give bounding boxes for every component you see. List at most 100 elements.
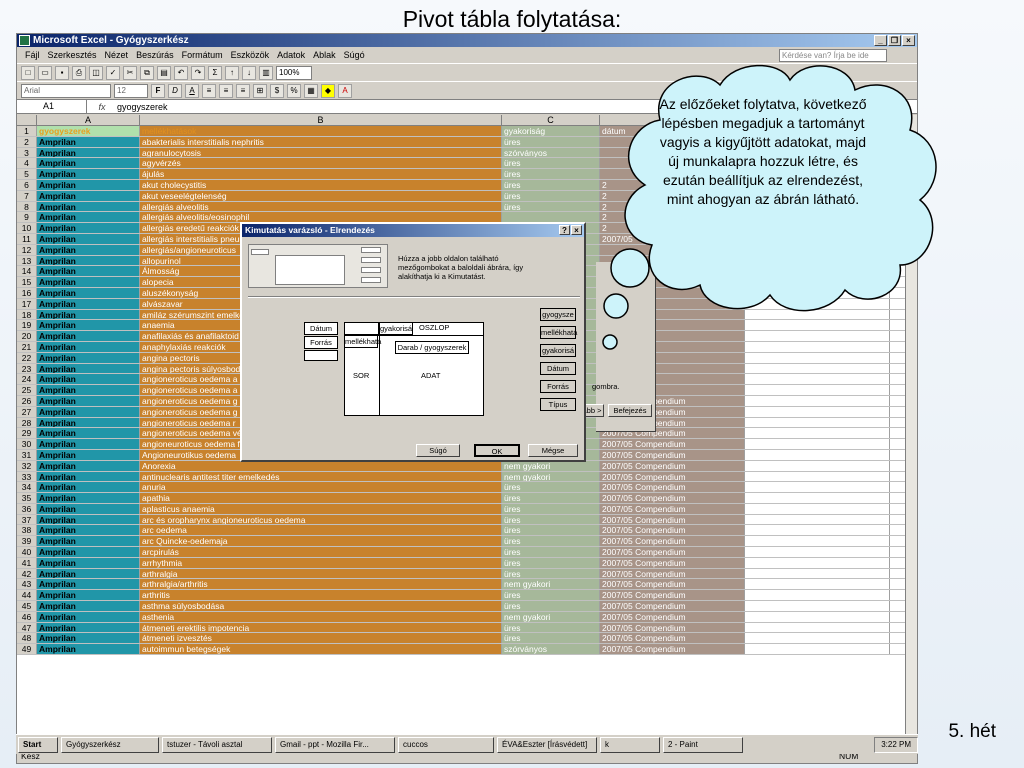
- cell[interactable]: Amprilan: [37, 212, 140, 223]
- cell[interactable]: [745, 503, 890, 514]
- cell[interactable]: 2007/05 Compendium: [600, 503, 745, 514]
- copy-icon[interactable]: ⧉: [140, 65, 154, 80]
- row-number[interactable]: 11: [17, 233, 37, 244]
- cell[interactable]: allergiás alveolitis: [140, 201, 502, 212]
- cell[interactable]: [745, 514, 890, 525]
- field-button[interactable]: mellékhatá: [540, 326, 577, 339]
- data-field-count[interactable]: Darab / gyogyszerek: [395, 341, 469, 354]
- cell[interactable]: [745, 439, 890, 449]
- cell[interactable]: üres: [502, 201, 600, 212]
- cell[interactable]: asthma súlyosbodása: [140, 601, 502, 611]
- cell[interactable]: aplasticus anaemia: [140, 503, 502, 514]
- cell[interactable]: 2007/05 Compendium: [600, 547, 745, 557]
- cell[interactable]: gyogyszerek: [37, 126, 140, 136]
- cell[interactable]: Amprilan: [37, 320, 140, 331]
- row-number[interactable]: 13: [17, 255, 37, 266]
- cell[interactable]: gyakoriság: [502, 126, 600, 136]
- cell[interactable]: [745, 557, 890, 568]
- cell[interactable]: Anorexia: [140, 460, 502, 471]
- cell[interactable]: Amprilan: [37, 557, 140, 568]
- cell[interactable]: [745, 644, 890, 655]
- cell[interactable]: [502, 212, 600, 223]
- cell[interactable]: Amprilan: [37, 190, 140, 201]
- cell[interactable]: arthralgia/arthritis: [140, 579, 502, 590]
- font-size-select[interactable]: 12: [114, 83, 148, 98]
- menu-item[interactable]: Formátum: [178, 50, 227, 60]
- percent-icon[interactable]: %: [287, 83, 301, 98]
- cell[interactable]: [745, 352, 890, 363]
- cell[interactable]: Amprilan: [37, 309, 140, 320]
- cell[interactable]: üres: [502, 633, 600, 644]
- row-number[interactable]: 41: [17, 557, 37, 568]
- row-number[interactable]: 30: [17, 439, 37, 449]
- cell[interactable]: 2007/05 Compendium: [600, 601, 745, 611]
- redo-icon[interactable]: ↷: [191, 65, 205, 80]
- cell[interactable]: Amprilan: [37, 406, 140, 417]
- cell[interactable]: Amprilan: [37, 158, 140, 169]
- cell[interactable]: Amprilan: [37, 363, 140, 374]
- cell[interactable]: Amprilan: [37, 493, 140, 503]
- cell[interactable]: agyvérzés: [140, 158, 502, 169]
- cell[interactable]: 2007/05 Compendium: [600, 471, 745, 482]
- cell[interactable]: 2007/05 Compendium: [600, 514, 745, 525]
- cell[interactable]: 2007/05 Compendium: [600, 557, 745, 568]
- row-number[interactable]: 35: [17, 493, 37, 503]
- row-number[interactable]: 21: [17, 341, 37, 352]
- row-number[interactable]: 12: [17, 244, 37, 255]
- row-number[interactable]: 9: [17, 212, 37, 223]
- cell[interactable]: üres: [502, 601, 600, 611]
- cell[interactable]: Amprilan: [37, 266, 140, 277]
- cell[interactable]: Amprilan: [37, 136, 140, 147]
- cell[interactable]: Amprilan: [37, 622, 140, 633]
- cell[interactable]: [745, 579, 890, 590]
- cell[interactable]: Amprilan: [37, 568, 140, 579]
- row-number[interactable]: 16: [17, 287, 37, 298]
- cell[interactable]: arthritis: [140, 590, 502, 601]
- row-number[interactable]: 36: [17, 503, 37, 514]
- row-number[interactable]: 34: [17, 482, 37, 493]
- cell[interactable]: Amprilan: [37, 417, 140, 428]
- cell[interactable]: Amprilan: [37, 633, 140, 644]
- help-icon[interactable]: ?: [559, 225, 570, 235]
- cell[interactable]: Amprilan: [37, 601, 140, 611]
- cell[interactable]: [745, 363, 890, 374]
- row-number[interactable]: 17: [17, 298, 37, 309]
- menu-item[interactable]: Beszúrás: [132, 50, 178, 60]
- cancel-button[interactable]: Mégse: [528, 444, 578, 457]
- row-number[interactable]: 46: [17, 611, 37, 622]
- cell[interactable]: Amprilan: [37, 428, 140, 439]
- cell[interactable]: apathia: [140, 493, 502, 503]
- row-number[interactable]: 8: [17, 201, 37, 212]
- cell[interactable]: arc és oropharynx angioneuroticus oedema: [140, 514, 502, 525]
- cell[interactable]: üres: [502, 536, 600, 547]
- cell[interactable]: [745, 493, 890, 503]
- row-number[interactable]: 24: [17, 374, 37, 385]
- row-number[interactable]: 39: [17, 536, 37, 547]
- cell[interactable]: autoimmun betegségek: [140, 644, 502, 655]
- cell[interactable]: szórványos: [502, 147, 600, 158]
- cell[interactable]: 2007/05 Compendium: [600, 568, 745, 579]
- preview-icon[interactable]: ◫: [89, 65, 103, 80]
- name-box[interactable]: A1: [17, 100, 87, 113]
- page-field-date[interactable]: Dátum: [304, 322, 338, 335]
- row-number[interactable]: 1: [17, 126, 37, 136]
- cell[interactable]: arthralgia: [140, 568, 502, 579]
- cell[interactable]: 2007/05 Compendium: [600, 439, 745, 449]
- cell[interactable]: Amprilan: [37, 503, 140, 514]
- cell[interactable]: Amprilan: [37, 482, 140, 493]
- menu-item[interactable]: Eszközök: [227, 50, 274, 60]
- row-number[interactable]: 15: [17, 277, 37, 287]
- row-number[interactable]: 45: [17, 601, 37, 611]
- taskbar-item[interactable]: Gmail - ppt - Mozilla Fir...: [275, 736, 395, 753]
- pivot-drop-area[interactable]: gyakorisá OSZLOP mellékhatá Darab / gyog…: [344, 322, 484, 416]
- cell[interactable]: [745, 633, 890, 644]
- row-number[interactable]: 44: [17, 590, 37, 601]
- cell[interactable]: arc oedema: [140, 525, 502, 536]
- row-number[interactable]: 2: [17, 136, 37, 147]
- spell-icon[interactable]: ✓: [106, 65, 120, 80]
- row-number[interactable]: 27: [17, 406, 37, 417]
- cell[interactable]: nem gyakori: [502, 579, 600, 590]
- cell[interactable]: [745, 622, 890, 633]
- cell[interactable]: asthenia: [140, 611, 502, 622]
- cell[interactable]: átmeneti erektilis impotencia: [140, 622, 502, 633]
